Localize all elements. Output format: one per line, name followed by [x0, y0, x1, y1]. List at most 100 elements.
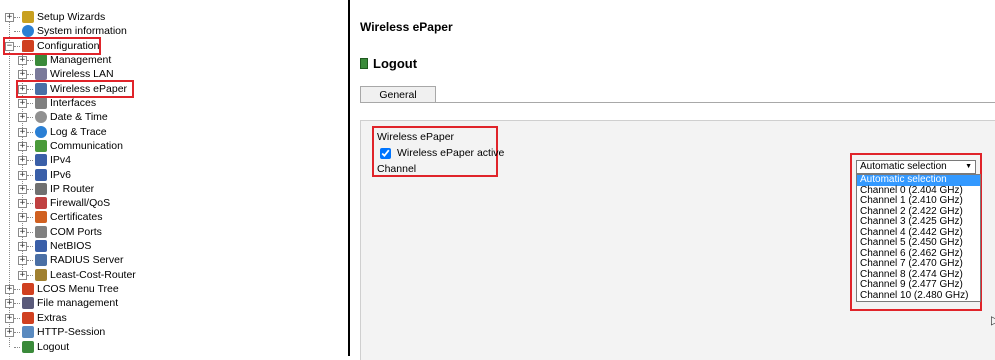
channel-option[interactable]: Automatic selection: [857, 174, 980, 186]
tree-connector: [14, 317, 20, 319]
tree-item-setup-wizards[interactable]: + Setup Wizards: [5, 10, 105, 24]
tree-item-label: System information: [37, 25, 127, 37]
expand-icon[interactable]: +: [18, 98, 27, 108]
tree-connector: [27, 245, 33, 247]
tree-item-label: LCOS Menu Tree: [37, 283, 119, 295]
expand-icon[interactable]: +: [18, 155, 27, 165]
tree-item-com-ports[interactable]: + COM Ports: [18, 225, 102, 239]
expand-icon[interactable]: +: [18, 127, 27, 137]
expand-icon[interactable]: +: [5, 313, 14, 323]
expand-icon[interactable]: +: [18, 184, 27, 194]
page-title: Wireless ePaper: [360, 20, 453, 34]
channel-option[interactable]: Channel 5 (2.450 GHz): [857, 237, 980, 249]
tree-connector: [14, 30, 20, 32]
expand-icon[interactable]: +: [18, 212, 27, 222]
expand-icon[interactable]: +: [18, 227, 27, 237]
tree-item-interfaces[interactable]: + Interfaces: [18, 96, 96, 110]
expand-icon[interactable]: +: [18, 112, 27, 122]
firewall-icon: [35, 197, 47, 209]
tree-item-extras[interactable]: + Extras: [5, 311, 67, 325]
expand-icon[interactable]: +: [18, 170, 27, 180]
expand-icon[interactable]: +: [5, 298, 14, 308]
tree-item-label: Firewall/QoS: [50, 197, 111, 209]
tree-item-system-information[interactable]: System information: [5, 24, 127, 38]
tree-connector: [27, 145, 33, 147]
tree-item-ip-router[interactable]: + IP Router: [18, 182, 94, 196]
extras-icon: [22, 312, 34, 324]
file-icon: [22, 297, 34, 309]
mouse-cursor-icon: ▷: [991, 313, 995, 327]
channel-option[interactable]: Channel 9 (2.477 GHz): [857, 279, 980, 291]
highlight-box-configuration: [3, 37, 101, 55]
network-icon: [35, 169, 47, 181]
tree-item-firewall-qos[interactable]: + Firewall/QoS: [18, 196, 110, 210]
tree-item-radius-server[interactable]: + RADIUS Server: [18, 253, 124, 267]
epaper-active-row[interactable]: Wireless ePaper active: [380, 147, 504, 159]
channel-option[interactable]: Channel 3 (2.425 GHz): [857, 216, 980, 228]
tree-item-logout[interactable]: Logout: [5, 340, 69, 354]
expand-icon[interactable]: +: [18, 255, 27, 265]
tree-item-communication[interactable]: + Communication: [18, 139, 123, 153]
logout-label: Logout: [373, 56, 418, 71]
group-label: Wireless ePaper: [377, 131, 455, 143]
tree-connector: [27, 274, 33, 276]
channel-option[interactable]: Channel 7 (2.470 GHz): [857, 258, 980, 270]
tree-item-label: RADIUS Server: [50, 254, 124, 266]
channel-select[interactable]: Automatic selection ▼: [856, 160, 976, 174]
logout-icon: [360, 58, 368, 69]
expand-icon[interactable]: +: [5, 327, 14, 337]
expand-icon[interactable]: +: [18, 55, 27, 65]
epaper-active-checkbox[interactable]: [380, 147, 391, 159]
tab-general[interactable]: General: [360, 86, 436, 103]
expand-icon[interactable]: +: [18, 270, 27, 280]
tree-item-label: Communication: [50, 140, 123, 152]
session-icon: [22, 326, 34, 338]
management-icon: [35, 54, 47, 66]
expand-icon[interactable]: +: [18, 241, 27, 251]
epaper-active-label: Wireless ePaper active: [397, 147, 505, 159]
tree-item-label: NetBIOS: [50, 240, 92, 252]
tree-connector: [14, 331, 20, 333]
tree-item-label: Setup Wizards: [37, 11, 106, 23]
tree-item-http-session[interactable]: + HTTP-Session: [5, 325, 105, 339]
expand-icon[interactable]: +: [5, 12, 14, 22]
tree-item-wireless-lan[interactable]: + Wireless LAN: [18, 67, 114, 81]
tree-item-file-management[interactable]: + File management: [5, 296, 118, 310]
tree-item-lcos-menu-tree[interactable]: + LCOS Menu Tree: [5, 282, 119, 296]
tree-item-ipv6[interactable]: + IPv6: [18, 168, 71, 182]
tree-connector: [14, 288, 20, 290]
channel-select-value: Automatic selection: [860, 161, 947, 172]
tree-connector: [27, 259, 33, 261]
expand-icon[interactable]: +: [18, 69, 27, 79]
tree-item-label: Certificates: [50, 211, 103, 223]
expand-icon[interactable]: +: [18, 198, 27, 208]
tree-item-management[interactable]: + Management: [18, 53, 111, 67]
channel-option[interactable]: Channel 10 (2.480 GHz): [857, 290, 980, 302]
tree-item-label: File management: [37, 297, 119, 309]
tree-connector: [27, 174, 33, 176]
expand-icon[interactable]: +: [5, 284, 14, 294]
certificate-icon: [35, 211, 47, 223]
tree-item-log-trace[interactable]: + Log & Trace: [18, 125, 107, 139]
router-icon: [35, 183, 47, 195]
tree-item-label: IPv6: [50, 169, 72, 181]
info-icon: [35, 126, 47, 138]
tree-connector: [14, 302, 20, 304]
tree-connector: [14, 346, 20, 348]
tree-item-ipv4[interactable]: + IPv4: [18, 153, 71, 167]
tree-connector: [27, 73, 33, 75]
logout-link[interactable]: Logout: [360, 56, 417, 71]
tree-item-netbios[interactable]: + NetBIOS: [18, 239, 91, 253]
tree-item-label: HTTP-Session: [37, 326, 106, 338]
expand-icon[interactable]: +: [18, 141, 27, 151]
tree-item-certificates[interactable]: + Certificates: [18, 210, 103, 224]
interfaces-icon: [35, 97, 47, 109]
channel-option[interactable]: Channel 1 (2.410 GHz): [857, 195, 980, 207]
tree-item-least-cost-router[interactable]: + Least-Cost-Router: [18, 268, 136, 282]
tab-divider: [360, 102, 995, 103]
server-icon: [35, 254, 47, 266]
content-pane: Wireless ePaper Logout General Wireless …: [350, 0, 995, 360]
tree-item-date-time[interactable]: + Date & Time: [18, 110, 108, 124]
